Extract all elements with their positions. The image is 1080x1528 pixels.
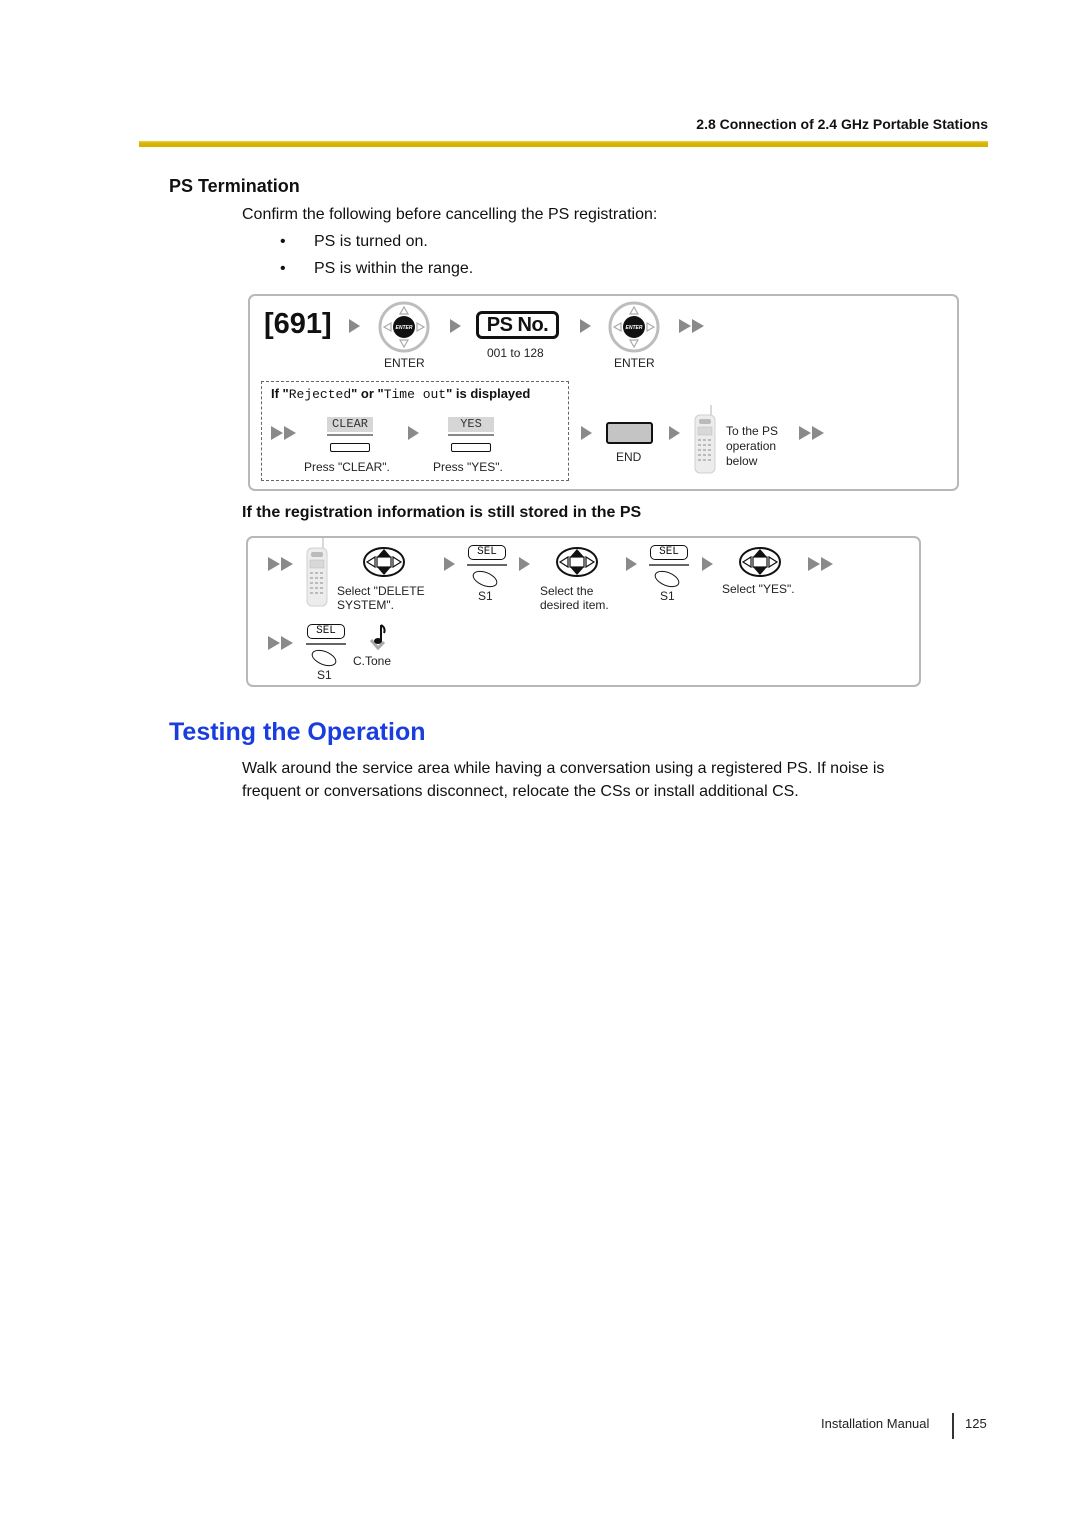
ctone-label: C.Tone xyxy=(353,654,392,668)
body-line: Walk around the service area while havin… xyxy=(242,760,885,777)
step1-caption: Select "DELETE SYSTEM". xyxy=(337,584,425,612)
arrow-icon xyxy=(444,557,455,571)
condition-or: " or " xyxy=(351,386,384,401)
double-arrow-icon xyxy=(268,557,294,571)
caption-line: desired item. xyxy=(540,598,609,612)
arrow-icon xyxy=(519,557,530,571)
program-code: [691] xyxy=(264,308,332,340)
condition-prefix: If " xyxy=(271,386,289,401)
sel-softkey-label: SEL xyxy=(468,545,506,560)
s1-label: S1 xyxy=(478,589,493,603)
double-arrow-icon xyxy=(271,426,297,440)
bullet-text: PS is within the range. xyxy=(314,260,474,277)
enter-label: ENTER xyxy=(384,356,425,370)
arrow-icon xyxy=(581,426,592,440)
end-label: END xyxy=(616,450,642,464)
svg-text:ENTER: ENTER xyxy=(626,325,643,331)
condition-rejected: Rejected xyxy=(288,387,352,402)
softkey-divider xyxy=(467,564,507,566)
bullet-text: PS is turned on. xyxy=(314,233,428,250)
ps-number-input-box: PS No. xyxy=(476,311,559,339)
step2-caption: Select the desired item. xyxy=(540,584,609,612)
arrow-icon xyxy=(702,557,713,571)
body-line: frequent or conversations disconnect, re… xyxy=(242,783,799,800)
footer-separator xyxy=(952,1413,954,1439)
navigator-enter-key-icon: ENTER xyxy=(608,301,660,353)
arrow-icon xyxy=(450,319,461,333)
clear-softkey-label: CLEAR xyxy=(327,417,373,432)
navigator-key-icon xyxy=(739,547,781,577)
condition-timeout: Time out xyxy=(383,387,447,402)
intro-text: Confirm the following before cancelling … xyxy=(242,206,658,223)
to-ps-operation-note: To the PS operation below xyxy=(726,424,778,469)
softkey-divider xyxy=(649,564,689,566)
ps-procedure-heading: If the registration information is still… xyxy=(242,504,642,521)
double-arrow-icon xyxy=(799,426,825,440)
testing-heading: Testing the Operation xyxy=(169,718,426,746)
arrow-icon xyxy=(408,426,419,440)
enter-label: ENTER xyxy=(614,356,655,370)
s1-label: S1 xyxy=(660,589,675,603)
clear-caption: Press "CLEAR". xyxy=(304,460,390,474)
note-line: operation xyxy=(726,439,777,453)
note-line: below xyxy=(726,454,758,468)
bullet-marker: • xyxy=(280,260,286,277)
caption-line: Select the xyxy=(540,584,594,598)
testing-body: Walk around the service area while havin… xyxy=(242,757,884,803)
yes-softkey-button xyxy=(451,443,491,452)
condition-suffix: " is displayed xyxy=(446,386,531,401)
yes-softkey-label: YES xyxy=(448,417,494,432)
sel-softkey-label: SEL xyxy=(650,545,688,560)
arrow-icon xyxy=(349,319,360,333)
page-number: 125 xyxy=(965,1416,987,1431)
caption-line: SYSTEM". xyxy=(337,598,394,612)
portable-station-handset-icon xyxy=(306,538,328,607)
double-arrow-icon xyxy=(679,319,705,333)
header-rule xyxy=(139,141,988,147)
section-header: 2.8 Connection of 2.4 GHz Portable Stati… xyxy=(696,116,988,132)
confirmation-tone-icon xyxy=(369,624,386,651)
navigator-key-icon xyxy=(556,547,598,577)
navigator-key-icon xyxy=(363,547,405,577)
double-arrow-icon xyxy=(268,636,294,650)
arrow-icon xyxy=(669,426,680,440)
ps-number-range: 001 to 128 xyxy=(487,346,544,360)
arrow-icon xyxy=(580,319,591,333)
softkey-divider xyxy=(306,643,346,645)
step3-caption: Select "YES". xyxy=(722,582,795,596)
clear-softkey-button xyxy=(330,443,370,452)
softkey-divider xyxy=(327,434,373,436)
caption-line: Select "DELETE xyxy=(337,584,425,598)
s1-label: S1 xyxy=(317,668,332,682)
footer-label: Installation Manual xyxy=(821,1416,930,1431)
softkey-divider xyxy=(448,434,494,436)
bullet-marker: • xyxy=(280,233,286,250)
note-line: To the PS xyxy=(726,424,779,438)
yes-caption: Press "YES". xyxy=(433,460,503,474)
portable-station-handset-icon xyxy=(694,405,716,474)
sel-softkey-label: SEL xyxy=(307,624,345,639)
double-arrow-icon xyxy=(808,557,834,571)
arrow-icon xyxy=(626,557,637,571)
navigator-enter-key-icon: ENTER xyxy=(378,301,430,353)
condition-text: If "Rejected" or "Time out" is displayed xyxy=(271,386,530,402)
end-key-icon xyxy=(606,422,653,444)
ps-termination-heading: PS Termination xyxy=(169,176,300,196)
svg-text:ENTER: ENTER xyxy=(396,325,413,331)
